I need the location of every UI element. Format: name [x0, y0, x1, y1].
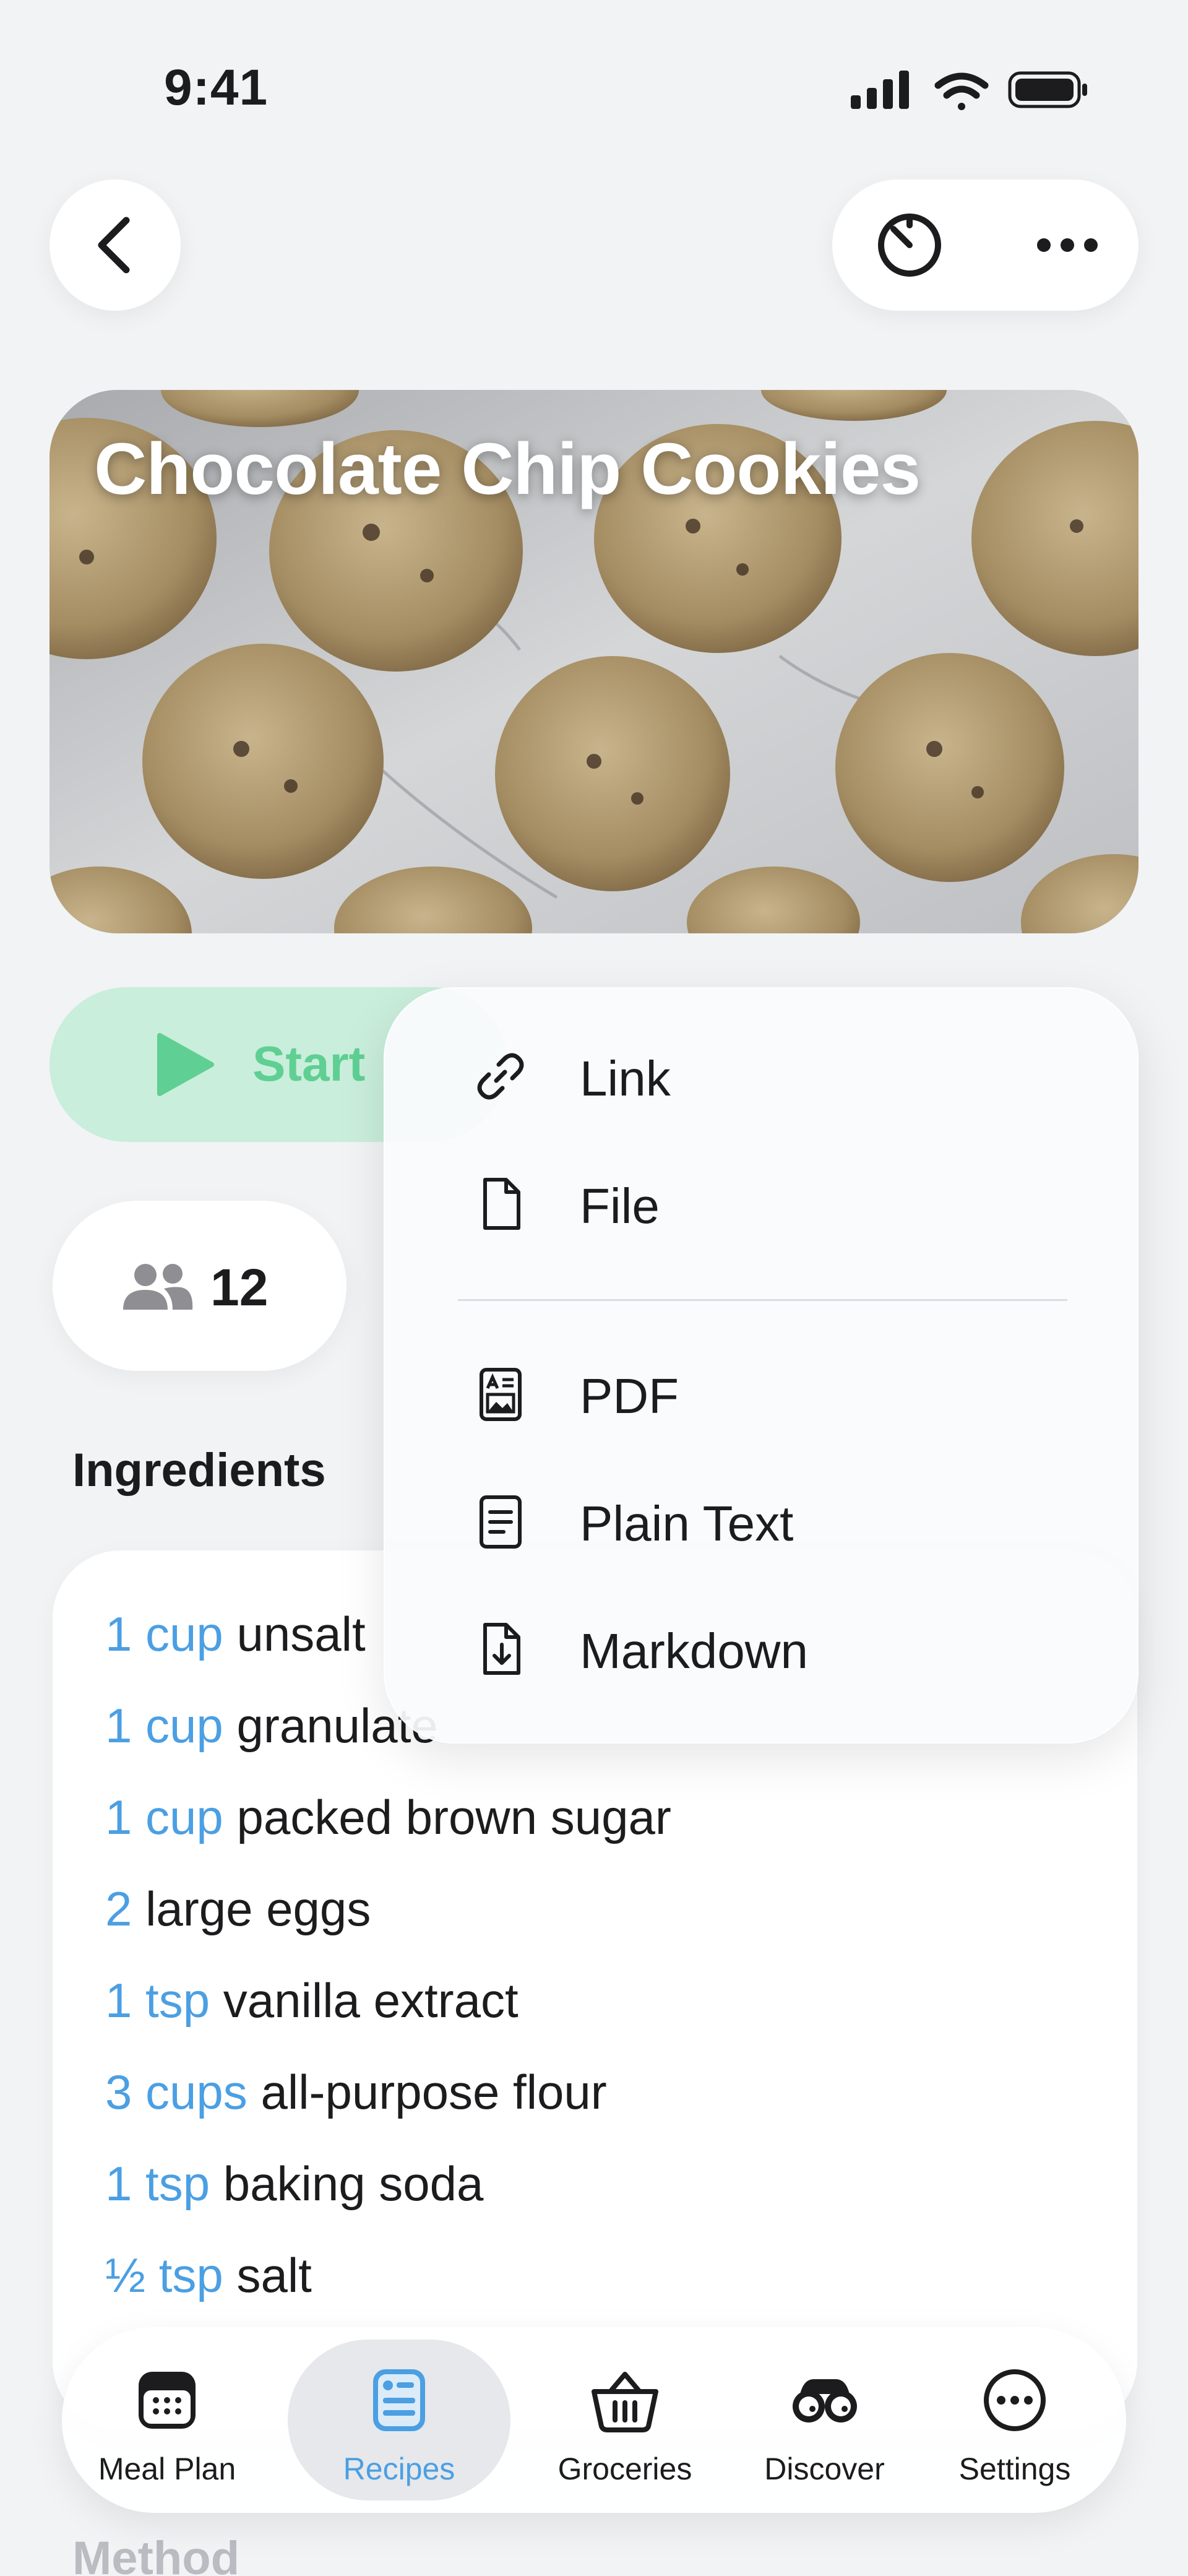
chevron-left-icon — [98, 217, 130, 274]
servings-stepper[interactable]: 12 — [53, 1201, 346, 1371]
status-time: 9:41 — [164, 59, 269, 116]
wifi-icon — [934, 72, 989, 110]
play-icon — [157, 1033, 214, 1096]
menu-item-markdown[interactable]: Markdown — [385, 1593, 1140, 1705]
menu-item-plain-text[interactable]: Plain Text — [385, 1466, 1140, 1577]
menu-item-file[interactable]: File — [385, 1148, 1140, 1260]
cellular-signal-icon — [851, 71, 909, 109]
back-button[interactable] — [50, 179, 181, 311]
battery-icon — [1008, 71, 1087, 108]
ingredients-heading: Ingredients — [72, 1444, 326, 1497]
recipe-title: Chocolate Chip Cookies — [94, 428, 921, 510]
start-label: Start — [252, 1036, 366, 1091]
timer-button[interactable] — [872, 208, 947, 282]
list-item: 3 cups all-purpose flour — [105, 2065, 607, 2119]
tab-meal-plan[interactable]: Meal Plan — [62, 2327, 272, 2513]
menu-item-pdf[interactable]: PDF — [385, 1338, 1140, 1450]
export-menu: Link File PDF Plain Text Markdown — [384, 987, 1138, 1744]
ellipsis-icon — [1037, 238, 1098, 252]
recipe-card-icon — [373, 2369, 425, 2431]
timer-icon — [878, 214, 941, 277]
method-heading: Method — [72, 2532, 240, 2576]
link-icon — [473, 1048, 528, 1104]
tab-discover[interactable]: Discover — [730, 2327, 919, 2513]
tab-settings[interactable]: Settings — [919, 2327, 1111, 2513]
people-icon — [123, 1264, 193, 1310]
basket-icon — [592, 2372, 658, 2432]
markdown-icon — [473, 1621, 528, 1677]
tab-recipes[interactable]: Recipes — [288, 2327, 510, 2513]
recipe-hero-image: Chocolate Chip Cookies — [50, 390, 1138, 933]
tab-groceries[interactable]: Groceries — [523, 2327, 727, 2513]
pdf-icon — [473, 1366, 528, 1422]
menu-divider — [458, 1299, 1067, 1301]
top-action-group — [832, 179, 1138, 311]
file-icon — [473, 1176, 528, 1232]
ellipsis-circle-icon — [984, 2369, 1046, 2431]
more-button[interactable] — [1030, 208, 1104, 282]
list-item: 1 tsp vanilla extract — [105, 1973, 519, 2028]
plain-text-icon — [473, 1493, 528, 1549]
list-item: 1 cup unsalt — [105, 1607, 366, 1661]
menu-item-link[interactable]: Link — [385, 1021, 1140, 1132]
status-icons — [851, 68, 1089, 111]
list-item: 1 cup packed brown sugar — [105, 1790, 671, 1844]
list-item: 1 cup granulate — [105, 1698, 438, 1753]
tab-bar: Meal Plan Recipes Groceries Discover Set… — [62, 2327, 1126, 2513]
binoculars-icon — [792, 2379, 857, 2423]
list-item: 2 large eggs — [105, 1882, 371, 1936]
servings-count: 12 — [210, 1258, 269, 1316]
list-item: ½ tsp salt — [105, 2248, 312, 2302]
calendar-icon — [139, 2372, 196, 2429]
list-item: 1 tsp baking soda — [105, 2156, 484, 2211]
